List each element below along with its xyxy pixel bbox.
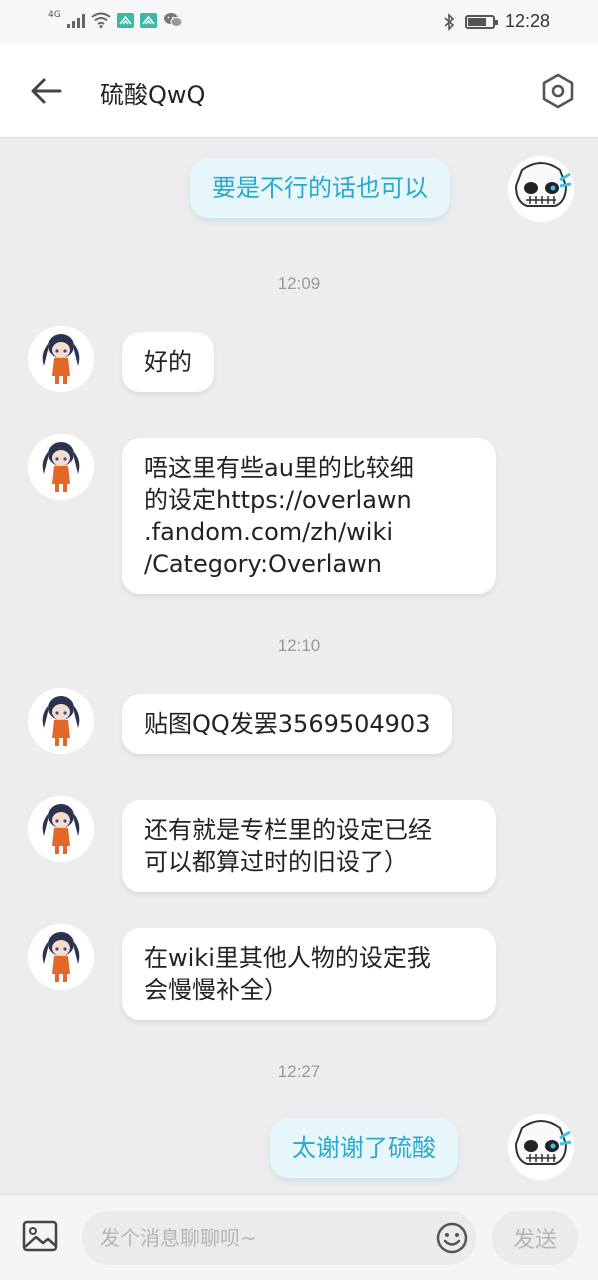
chat-title: 硫酸QwQ bbox=[100, 81, 206, 109]
message-line: 唔这里有些au里的比较细 bbox=[144, 454, 414, 482]
message-line: 的设定https://overlawn bbox=[144, 486, 412, 514]
anime-girl-avatar-icon bbox=[42, 932, 80, 982]
signal-icon bbox=[66, 13, 85, 28]
message-bubble-sent[interactable]: 太谢谢了硫酸 bbox=[270, 1118, 458, 1178]
message-bubble-received[interactable]: 唔这里有些au里的比较细 的设定https://overlawn .fandom… bbox=[122, 438, 496, 594]
message-line: 可以都算过时的旧设了） bbox=[144, 848, 408, 876]
app-notification-icon bbox=[139, 12, 157, 28]
timestamp: 12:27 bbox=[277, 1062, 321, 1081]
settings-hexagon-icon[interactable] bbox=[540, 72, 576, 110]
anime-girl-avatar-icon bbox=[42, 696, 80, 746]
message-input[interactable] bbox=[82, 1211, 476, 1265]
arrow-left-icon[interactable] bbox=[28, 74, 64, 108]
bluetooth-icon bbox=[444, 12, 455, 31]
send-button[interactable]: 发送 bbox=[492, 1211, 578, 1265]
image-icon[interactable] bbox=[22, 1219, 58, 1253]
anime-girl-avatar-icon bbox=[42, 804, 80, 854]
skull-avatar-icon bbox=[514, 162, 572, 207]
wechat-icon bbox=[163, 13, 183, 27]
chat-header: 硫酸QwQ bbox=[0, 44, 598, 138]
avatar-self[interactable] bbox=[508, 156, 574, 222]
app-notification-icon bbox=[116, 12, 134, 28]
message-text: 要是不行的话也可以 bbox=[212, 174, 428, 202]
status-left: 4G bbox=[48, 10, 183, 28]
timestamp: 12:09 bbox=[277, 274, 321, 293]
anime-girl-avatar-icon bbox=[42, 442, 80, 492]
message-line: .fandom.com/zh/wiki bbox=[144, 518, 394, 546]
message-bubble-received[interactable]: 在wiki里其他人物的设定我 会慢慢补全） bbox=[122, 928, 496, 1020]
avatar-contact[interactable] bbox=[28, 924, 94, 990]
wifi-icon bbox=[91, 12, 111, 28]
status-time: 12:28 bbox=[504, 11, 550, 31]
message-text: 好的 bbox=[144, 348, 192, 376]
message-line: 在wiki里其他人物的设定我 bbox=[144, 944, 431, 972]
avatar-contact[interactable] bbox=[28, 796, 94, 862]
message-line: 还有就是专栏里的设定已经 bbox=[144, 816, 432, 844]
message-input-bar: 发送 bbox=[0, 1194, 598, 1280]
message-line: 会慢慢补全） bbox=[144, 976, 288, 1004]
message-text: 太谢谢了硫酸 bbox=[292, 1134, 436, 1162]
avatar-contact[interactable] bbox=[28, 326, 94, 392]
message-line: /Category:Overlawn bbox=[144, 550, 382, 578]
message-bubble-sent[interactable]: 要是不行的话也可以 bbox=[190, 158, 450, 218]
message-bubble-received[interactable]: 还有就是专栏里的设定已经 可以都算过时的旧设了） bbox=[122, 800, 496, 892]
emoji-icon[interactable] bbox=[436, 1222, 468, 1254]
anime-girl-avatar-icon bbox=[42, 334, 80, 384]
avatar-contact[interactable] bbox=[28, 434, 94, 500]
status-bar: 4G 12:28 bbox=[0, 0, 598, 44]
message-text: 贴图QQ发罢3569504903 bbox=[144, 710, 431, 738]
message-bubble-received[interactable]: 好的 bbox=[122, 332, 214, 392]
message-bubble-received[interactable]: 贴图QQ发罢3569504903 bbox=[122, 694, 453, 754]
network-type: 4G bbox=[48, 10, 61, 20]
battery-icon bbox=[464, 14, 498, 29]
timestamp: 12:10 bbox=[277, 636, 321, 655]
status-right: 12:28 bbox=[443, 11, 550, 32]
avatar-self[interactable] bbox=[508, 1114, 574, 1180]
skull-avatar-icon bbox=[514, 1120, 572, 1165]
avatar-contact[interactable] bbox=[28, 688, 94, 754]
